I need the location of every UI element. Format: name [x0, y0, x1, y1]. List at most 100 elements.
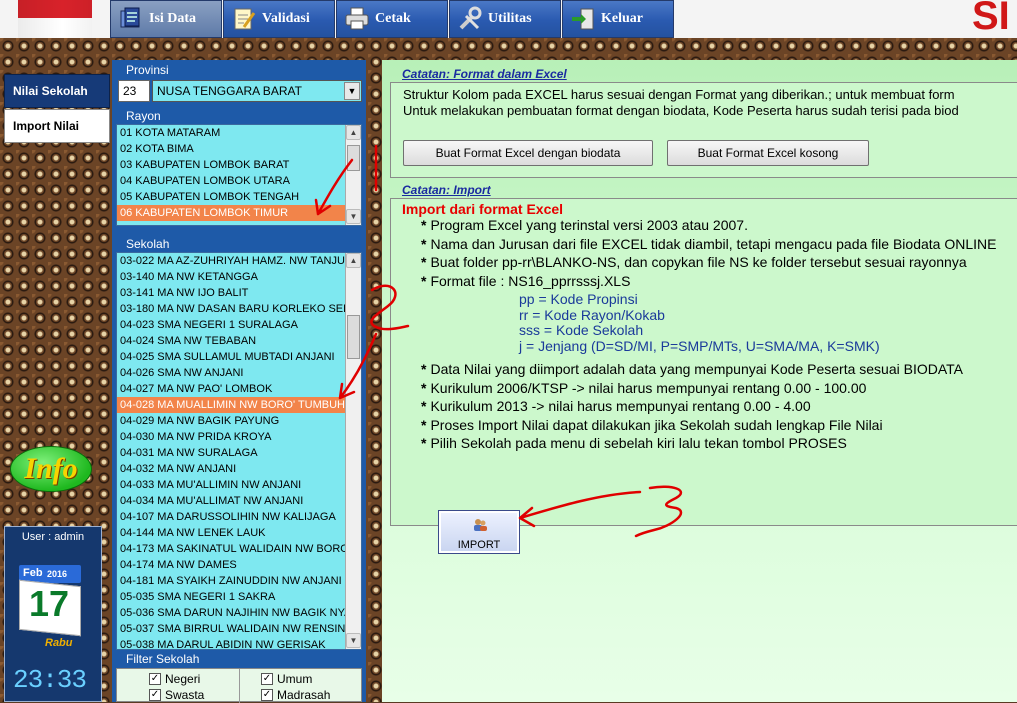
- format-note-box: Struktur Kolom pada EXCEL harus sesuai d…: [390, 82, 1017, 178]
- scroll-up-icon[interactable]: ▲: [346, 125, 361, 140]
- sekolah-list-item[interactable]: 05-035 SMA NEGERI 1 SAKRA: [117, 589, 361, 605]
- menu-tab-isi-data[interactable]: Isi Data: [110, 0, 222, 38]
- scroll-thumb[interactable]: [347, 145, 360, 171]
- app-brand: SI: [972, 0, 1010, 38]
- chevron-down-icon[interactable]: ▼: [344, 82, 360, 100]
- sekolah-list-item[interactable]: 05-036 SMA DARUN NAJIHIN NW BAGIK NYAI: [117, 605, 361, 621]
- bullet-star-icon: *: [421, 379, 427, 396]
- sekolah-list-item[interactable]: 04-107 MA DARUSSOLIHIN NW KALIJAGA: [117, 509, 361, 525]
- clock: 23:33: [13, 665, 87, 695]
- rayon-scrollbar[interactable]: ▲ ▼: [345, 125, 361, 225]
- user-panel: User : admin Feb 2016 17 Rabu 23:33: [4, 526, 102, 702]
- rayon-list-item[interactable]: 02 KOTA BIMA: [117, 141, 361, 157]
- sekolah-list-item[interactable]: 04-025 SMA SULLAMUL MUBTADI ANJANI: [117, 349, 361, 365]
- import-note-item: * Program Excel yang terinstal versi 2003…: [421, 217, 748, 233]
- buat-format-kosong-button[interactable]: Buat Format Excel kosong: [667, 140, 869, 166]
- import-note-text: Data Nilai yang diimport adalah data yan…: [430, 361, 963, 377]
- sekolah-list-item[interactable]: 04-023 SMA NEGERI 1 SURALAGA: [117, 317, 361, 333]
- checkbox-label: Umum: [277, 672, 313, 686]
- bullet-star-icon: *: [421, 361, 427, 377]
- sekolah-list-item[interactable]: 05-038 MA DARUL ABIDIN NW GERISAK: [117, 637, 361, 649]
- menu-tab-keluar[interactable]: Keluar: [562, 0, 674, 38]
- sekolah-list-item[interactable]: 04-029 MA NW BAGIK PAYUNG: [117, 413, 361, 429]
- sekolah-list-item[interactable]: 04-034 MA MU'ALLIMAT NW ANJANI: [117, 493, 361, 509]
- side-tab-import-nilai[interactable]: Import Nilai: [4, 109, 110, 143]
- import-note-text: Proses Import Nilai dapat dilakukan jika…: [430, 416, 883, 433]
- bullet-star-icon: *: [421, 272, 427, 289]
- import-content-panel: Catatan: Format dalam Excel Struktur Kol…: [382, 60, 1017, 702]
- sekolah-list-item[interactable]: 04-181 MA SYAIKH ZAINUDDIN NW ANJANI: [117, 573, 361, 589]
- sekolah-list-item[interactable]: 04-173 MA SAKINATUL WALIDAIN NW BOROH: [117, 541, 361, 557]
- import-note-text: Kurikulum 2013 -> nilai harus mempunyai …: [430, 398, 811, 414]
- checkbox-checked-icon: ✓: [149, 689, 161, 701]
- user-label: User : admin: [21, 531, 85, 543]
- scroll-thumb[interactable]: [347, 315, 360, 359]
- rayon-list-item[interactable]: 03 KABUPATEN LOMBOK BARAT: [117, 157, 361, 173]
- bullet-star-icon: *: [421, 398, 427, 414]
- import-note-item: * Nama dan Jurusan dari file EXCEL tidak …: [421, 236, 996, 252]
- checkbox-checked-icon: ✓: [261, 689, 273, 701]
- sekolah-list-item[interactable]: 04-030 MA NW PRIDA KROYA: [117, 429, 361, 445]
- sekolah-list-item[interactable]: 04-024 SMA NW TEBABAN: [117, 333, 361, 349]
- sekolah-list-item[interactable]: 04-174 MA NW DAMES: [117, 557, 361, 573]
- rayon-list-item[interactable]: 05 KABUPATEN LOMBOK TENGAH: [117, 189, 361, 205]
- filter-sekolah-box: ✓ Negeri ✓ Swasta ✓ Umum ✓ Madrasah: [116, 668, 362, 703]
- import-note-item: * Format file : NS16_pprrsssj.XLS: [421, 273, 630, 289]
- sekolah-list-item[interactable]: 04-028 MA MUALLIMIN NW BORO' TUMBUH: [117, 397, 361, 413]
- sekolah-list-item[interactable]: 04-032 MA NW ANJANI: [117, 461, 361, 477]
- sekolah-label: Sekolah: [126, 237, 170, 251]
- sekolah-list-item[interactable]: 04-144 MA NW LENEK LAUK: [117, 525, 361, 541]
- menu-tab-validasi[interactable]: Validasi: [223, 0, 335, 38]
- format-code-line: sss = Kode Sekolah: [519, 322, 644, 338]
- import-heading: Import dari format Excel: [402, 201, 564, 217]
- provinsi-code-field[interactable]: 23: [118, 80, 150, 102]
- provinsi-select[interactable]: NUSA TENGGARA BARAT ▼: [152, 80, 362, 102]
- filter-madrasah-checkbox[interactable]: ✓ Madrasah: [261, 688, 330, 702]
- filter-negeri-checkbox[interactable]: ✓ Negeri: [149, 672, 200, 686]
- sekolah-list-item[interactable]: 04-026 SMA NW ANJANI: [117, 365, 361, 381]
- menu-tab-label: Isi Data: [149, 11, 197, 26]
- buat-format-biodata-button[interactable]: Buat Format Excel dengan biodata: [403, 140, 653, 166]
- import-note-item: * Kurikulum 2013 -> nilai harus mempunyai…: [421, 398, 811, 414]
- sekolah-list-item[interactable]: 05-037 SMA BIRRUL WALIDAIN NW RENSING: [117, 621, 361, 637]
- checkbox-checked-icon: ✓: [149, 673, 161, 685]
- import-button[interactable]: IMPORT: [438, 510, 520, 554]
- sekolah-list-item[interactable]: 03-141 MA NW IJO BALIT: [117, 285, 361, 301]
- sekolah-list[interactable]: 03-022 MA AZ-ZUHRIYAH HAMZ. NW TANJUN 03-…: [116, 252, 362, 650]
- sekolah-scrollbar[interactable]: ▲ ▼: [345, 253, 361, 649]
- filter-umum-checkbox[interactable]: ✓ Umum: [261, 672, 312, 686]
- scroll-down-icon[interactable]: ▼: [346, 209, 361, 224]
- side-tab-nilai-sekolah[interactable]: Nilai Sekolah: [4, 74, 110, 108]
- provinsi-select-value: NUSA TENGGARA BARAT: [157, 84, 302, 98]
- sekolah-list-item[interactable]: 03-022 MA AZ-ZUHRIYAH HAMZ. NW TANJUN: [117, 253, 361, 269]
- rayon-list[interactable]: 01 KOTA MATARAM 02 KOTA BIMA 03 KABUPATEN …: [116, 124, 362, 226]
- sekolah-list-item[interactable]: 03-180 MA NW DASAN BARU KORLEKO SELA: [117, 301, 361, 317]
- import-note-text: Buat folder pp-rr\BLANKO-NS, dan copykan…: [430, 254, 967, 270]
- format-code-line: pp = Kode Propinsi: [519, 291, 638, 307]
- selection-panel: Provinsi 23 NUSA TENGGARA BARAT ▼ Rayon …: [112, 60, 366, 703]
- menu-tab-cetak[interactable]: Cetak: [336, 0, 448, 38]
- scroll-up-icon[interactable]: ▲: [346, 253, 361, 268]
- menu-tab-label: Validasi: [262, 11, 310, 26]
- rayon-list-item[interactable]: 06 KABUPATEN LOMBOK TIMUR: [117, 205, 361, 221]
- sekolah-list-item[interactable]: 03-140 MA NW KETANGGA: [117, 269, 361, 285]
- format-note-line: Untuk melakukan pembuatan format dengan …: [403, 103, 959, 118]
- format-code-line: rr = Kode Rayon/Kokab: [519, 306, 665, 323]
- sekolah-list-item[interactable]: 04-031 MA NW SURALAGA: [117, 445, 361, 461]
- printer-icon: [345, 7, 369, 30]
- sekolah-list-item[interactable]: 04-033 MA MU'ALLIMIN NW ANJANI: [117, 477, 361, 493]
- filter-swasta-checkbox[interactable]: ✓ Swasta: [149, 688, 204, 702]
- info-button[interactable]: Info: [10, 446, 92, 492]
- import-note-item: * Proses Import Nilai dapat dilakukan jik…: [421, 417, 883, 433]
- menu-tab-utilitas[interactable]: Utilitas: [449, 0, 561, 38]
- rayon-list-item[interactable]: 04 KABUPATEN LOMBOK UTARA: [117, 173, 361, 189]
- sekolah-list-item[interactable]: 04-027 MA NW PAO' LOMBOK: [117, 381, 361, 397]
- menu-tab-label: Utilitas: [488, 11, 532, 26]
- validate-icon: [234, 8, 256, 30]
- rayon-list-item[interactable]: 01 KOTA MATARAM: [117, 125, 361, 141]
- bullet-star-icon: *: [421, 435, 427, 451]
- users-icon: [474, 519, 487, 531]
- scroll-down-icon[interactable]: ▼: [346, 633, 361, 648]
- import-note-item: * Pilih Sekolah pada menu di sebelah kiri…: [421, 435, 847, 451]
- import-note-text: Format file : NS16_pprrsssj.XLS: [430, 272, 631, 289]
